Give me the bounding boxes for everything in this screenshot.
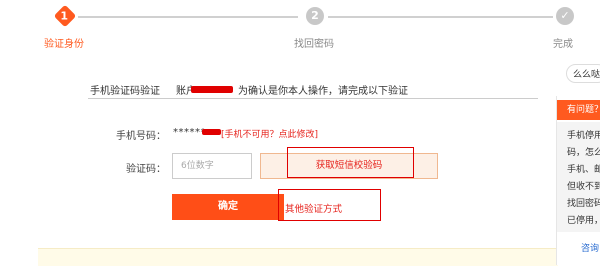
help-line: 手机停用 <box>567 131 600 141</box>
annotation-highlight-other-method <box>278 189 381 221</box>
step-2-label: 找回密码 <box>294 39 334 50</box>
step-3-check-icon: ✓ <box>556 7 574 25</box>
annotation-highlight-get-code <box>287 147 414 178</box>
step-1-label: 验证身份 <box>44 39 84 50</box>
ask-bubble[interactable]: 么么哒 <box>566 64 600 83</box>
consult-link[interactable]: 咨询 <box>581 241 599 254</box>
confirm-button[interactable]: 确定 <box>172 194 284 220</box>
step-2-icon: 2 <box>306 7 324 25</box>
help-line: 找回密码 <box>567 199 600 209</box>
bottom-notice-panel <box>38 248 558 266</box>
help-line: 手机、邮 <box>567 165 600 175</box>
phone-label: 手机号码： <box>116 131 166 142</box>
help-line: 已停用， <box>567 216 600 226</box>
help-line: 但收不到 <box>567 182 600 192</box>
verify-method-row: 手机验证码验证 账户 为确认是你本人操作，请完成以下验证 <box>88 80 538 99</box>
step-connector-1 <box>78 16 298 18</box>
verify-method-label: 手机验证码验证 <box>90 86 160 97</box>
help-title: 有问题？ <box>557 100 600 120</box>
phone-redaction <box>202 129 221 135</box>
phone-unavailable-link[interactable]: [手机不可用？点此修改] <box>221 127 318 140</box>
account-redaction <box>191 86 233 93</box>
code-label: 验证码： <box>126 164 166 175</box>
step-connector-2 <box>328 16 553 18</box>
verify-instruction: 为确认是你本人操作，请完成以下验证 <box>238 86 408 97</box>
help-body: 手机停用 码，怎么 手机、邮 但收不到 找回密码 已停用， <box>557 122 600 232</box>
step-1-icon: 1 <box>53 4 77 28</box>
code-input[interactable]: 6位数字 <box>172 153 252 179</box>
help-panel: 有问题？ 手机停用 码，怎么 手机、邮 但收不到 找回密码 已停用， 咨询 <box>556 96 600 265</box>
help-line: 码，怎么 <box>567 148 600 158</box>
step-3-label: 完成 <box>553 39 573 50</box>
